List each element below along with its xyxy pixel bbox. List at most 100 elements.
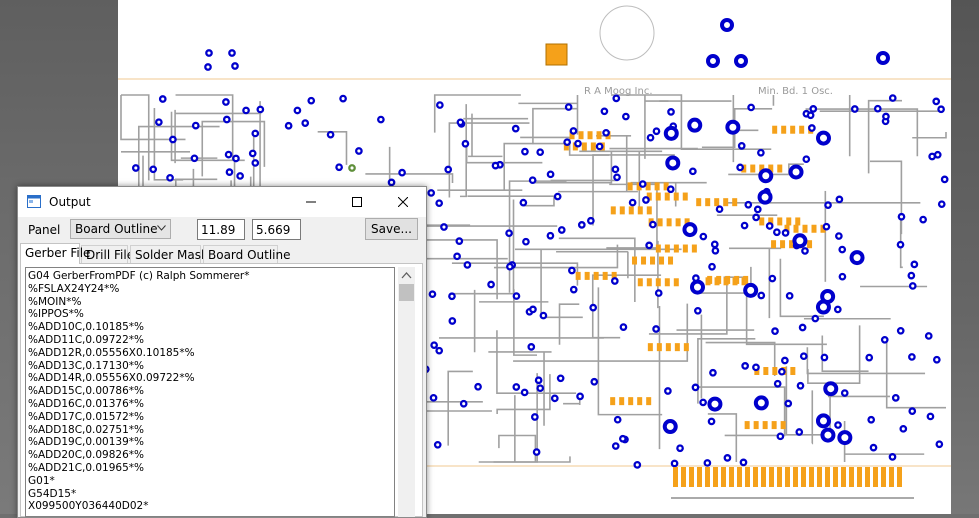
minimize-icon xyxy=(306,197,316,207)
pcb-via xyxy=(824,224,829,229)
title-bar[interactable]: Output xyxy=(18,187,426,217)
pcb-via xyxy=(205,64,210,69)
pcb-via xyxy=(564,139,569,144)
gerber-line: %MOIN*% xyxy=(28,296,250,309)
save-button[interactable]: Save... xyxy=(365,218,418,240)
pcb-via xyxy=(621,324,626,329)
edge-connector-finger xyxy=(713,467,718,487)
pcb-via xyxy=(822,355,827,360)
pcb-via xyxy=(748,105,753,110)
pcb-via xyxy=(713,248,718,253)
pcb-trace xyxy=(845,421,925,462)
pcb-via xyxy=(614,175,619,180)
edge-connector-finger xyxy=(673,467,678,487)
gerber-lines: G04 GerberFromPDF (c) Ralph Sommerer*%FS… xyxy=(28,270,250,513)
smd-pad xyxy=(684,343,689,351)
pcb-large-pad xyxy=(745,285,756,296)
pcb-via xyxy=(356,148,361,153)
pcb-via xyxy=(890,95,895,100)
pcb-via xyxy=(836,233,841,238)
pcb-via xyxy=(934,99,939,104)
pcb-via xyxy=(779,369,784,374)
pcb-via xyxy=(782,358,787,363)
pcb-via xyxy=(336,165,341,170)
smd-pad xyxy=(628,397,633,405)
smd-pad xyxy=(754,421,759,429)
smd-pad xyxy=(665,245,670,253)
pcb-via xyxy=(802,248,807,253)
smd-pad xyxy=(582,142,587,150)
maximize-icon xyxy=(352,197,362,207)
smd-pad xyxy=(666,343,671,351)
pcb-via xyxy=(514,293,519,298)
pcb-trace xyxy=(468,114,502,157)
pcb-via xyxy=(454,254,459,259)
pcb-via xyxy=(522,390,527,395)
smd-pad xyxy=(628,182,633,190)
gerber-line: %ADD12R,0.05556X0.10185*% xyxy=(28,347,250,360)
pcb-via xyxy=(430,291,435,296)
edge-connector-finger xyxy=(793,467,798,487)
edge-connector-finger xyxy=(681,467,686,487)
pcb-via xyxy=(835,422,840,427)
tab-board-outline[interactable]: Board Outline xyxy=(203,245,278,263)
edge-connector-finger xyxy=(753,467,758,487)
smd-pad xyxy=(781,126,786,134)
pcb-large-pad xyxy=(708,56,718,66)
pcb-trace xyxy=(494,456,570,462)
pcb-via xyxy=(825,202,830,207)
pcb-large-pad xyxy=(818,133,829,144)
close-button[interactable] xyxy=(380,187,426,217)
pcb-trace xyxy=(593,155,674,225)
gerber-text-area[interactable]: G04 GerberFromPDF (c) Ralph Sommerer*%FS… xyxy=(25,267,395,517)
scrollbar-thumb[interactable] xyxy=(399,284,414,301)
pcb-via xyxy=(741,460,746,465)
pcb-trace xyxy=(518,95,577,135)
pcb-via xyxy=(613,443,618,448)
pcb-via xyxy=(620,436,625,441)
smd-pad xyxy=(777,217,782,225)
edge-connector-finger xyxy=(889,467,894,487)
smd-pad xyxy=(647,206,652,214)
pcb-via xyxy=(340,96,345,101)
mounting-hole-outline xyxy=(600,6,654,60)
smd-pad xyxy=(675,343,680,351)
pcb-large-pad xyxy=(822,430,833,441)
smd-pad xyxy=(683,245,688,253)
vertical-scrollbar[interactable] xyxy=(398,267,415,517)
tab-solder-mask[interactable]: Solder Mask xyxy=(130,245,201,263)
pcb-via xyxy=(399,170,404,175)
pcb-via xyxy=(431,395,436,400)
minimize-button[interactable] xyxy=(288,187,334,217)
maximize-button[interactable] xyxy=(334,187,380,217)
pcb-via xyxy=(668,187,673,192)
pcb-via xyxy=(449,294,454,299)
smd-pad xyxy=(591,142,596,150)
smd-pad xyxy=(646,397,651,405)
pcb-via xyxy=(809,125,814,130)
edge-connector-finger xyxy=(857,467,862,487)
panel-dropdown[interactable]: Board Outline xyxy=(70,219,171,239)
pcb-via xyxy=(555,194,560,199)
smd-pad xyxy=(657,343,662,351)
pcb-trace xyxy=(175,110,261,163)
pcb-via xyxy=(654,129,659,134)
tab-gerber-file[interactable]: Gerber File xyxy=(20,243,80,264)
pcb-via xyxy=(883,114,888,119)
scroll-up-icon[interactable] xyxy=(398,267,415,284)
edge-connector-finger xyxy=(777,467,782,487)
pcb-large-pad xyxy=(689,120,700,131)
window-title: Output xyxy=(49,195,91,209)
pcb-via xyxy=(690,169,695,174)
pcb-via xyxy=(541,313,546,318)
pcb-via xyxy=(725,455,730,460)
pcb-via xyxy=(842,390,847,395)
pcb-via xyxy=(910,408,915,413)
height-input[interactable] xyxy=(252,219,301,240)
pcb-via xyxy=(934,357,939,362)
pcb-via xyxy=(709,419,714,424)
pcb-via xyxy=(461,401,466,406)
pcb-via xyxy=(813,316,818,321)
pcb-large-pad xyxy=(852,252,863,263)
width-input[interactable] xyxy=(197,219,245,240)
